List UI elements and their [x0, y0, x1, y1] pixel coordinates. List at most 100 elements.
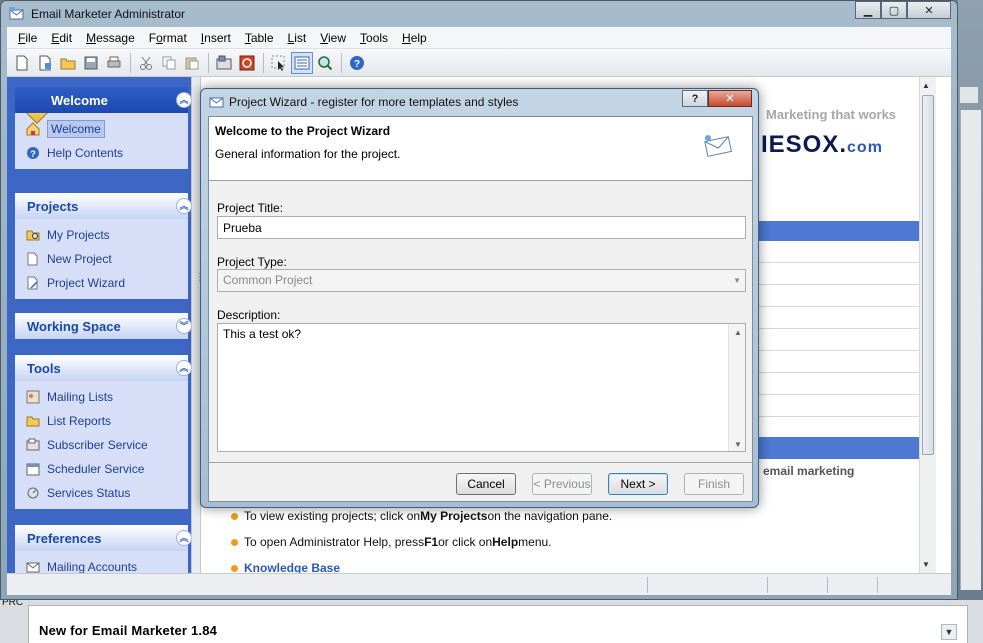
menu-insert[interactable]: Insert	[194, 31, 238, 45]
toolbar: ?	[7, 49, 951, 77]
menu-view[interactable]: View	[313, 31, 353, 45]
nav-header-label: Welcome	[51, 92, 108, 108]
nav-item-list-reports[interactable]: List Reports	[23, 409, 188, 433]
maximize-button[interactable]: ▢	[881, 1, 907, 19]
scroll-thumb[interactable]	[922, 95, 934, 455]
scroll-down-icon[interactable]: ▼	[734, 440, 742, 449]
home-icon	[25, 121, 41, 137]
list-view-icon[interactable]	[291, 51, 313, 74]
grid-row	[746, 241, 926, 263]
nav-section-working-space: Working Space ︾	[15, 313, 192, 339]
cancel-button[interactable]: Cancel	[456, 473, 516, 495]
nav-item-new-project[interactable]: New Project	[23, 247, 188, 271]
bullet-icon	[231, 512, 238, 520]
new-message-icon[interactable]	[34, 52, 56, 74]
copy-icon[interactable]	[158, 52, 180, 74]
tip-text: or click on	[438, 535, 493, 549]
menu-format[interactable]: Format	[142, 31, 194, 45]
nav-item-services-status[interactable]: Services Status	[23, 481, 188, 505]
collapse-chevron-icon[interactable]: ︽	[176, 92, 192, 108]
description-label: Description:	[217, 308, 281, 322]
toolbar-separator	[263, 52, 264, 73]
nav-header-projects[interactable]: Projects ︽	[15, 193, 192, 219]
knowledge-base-link[interactable]: Knowledge Base	[231, 561, 340, 573]
title-bar[interactable]: Email Marketer Administrator ▁ ▢ ✕	[1, 1, 957, 27]
nav-item-label: Mailing Accounts	[47, 560, 138, 574]
scroll-up-icon[interactable]: ▲	[922, 81, 930, 90]
project-title-input[interactable]	[217, 216, 746, 239]
nav-item-help-contents[interactable]: ? Help Contents	[23, 141, 188, 165]
nav-header-label: Preferences	[27, 530, 102, 546]
nav-item-label: Scheduler Service	[47, 462, 145, 476]
nav-item-scheduler-service[interactable]: Scheduler Service	[23, 457, 188, 481]
nav-item-my-projects[interactable]: My Projects	[23, 223, 188, 247]
stop-icon[interactable]	[236, 52, 258, 74]
new-document-icon[interactable]	[11, 52, 33, 74]
next-button[interactable]: Next >	[608, 473, 668, 495]
project-type-value: Common Project	[223, 273, 313, 287]
tip-link-my-projects[interactable]: My Projects	[420, 509, 487, 523]
nav-header-tools[interactable]: Tools ︽	[15, 355, 192, 381]
background-window-edge	[958, 0, 983, 600]
expand-chevron-icon[interactable]: ︾	[176, 318, 192, 334]
wizard-icon	[25, 275, 41, 291]
nav-header-preferences[interactable]: Preferences ︽	[15, 525, 192, 551]
content-scrollbar[interactable]: ▲ ▼	[919, 77, 936, 573]
new-document-icon	[25, 251, 41, 267]
scroll-down-icon[interactable]: ▼	[941, 624, 957, 640]
calendar-icon	[25, 461, 41, 477]
finish-button[interactable]: Finish	[684, 473, 744, 495]
collapse-chevron-icon[interactable]: ︽	[176, 198, 192, 214]
toolbar-separator	[341, 52, 342, 73]
background-window-button[interactable]	[959, 86, 979, 104]
cut-icon[interactable]	[135, 52, 157, 74]
nav-item-welcome[interactable]: Welcome	[23, 117, 188, 141]
tip-link-help[interactable]: Help	[492, 535, 518, 549]
menu-edit[interactable]: Edit	[44, 31, 79, 45]
status-cell	[647, 577, 648, 593]
scroll-down-icon[interactable]: ▼	[922, 560, 930, 569]
project-type-select[interactable]: Common Project ▼	[217, 269, 746, 292]
status-cell	[877, 577, 878, 593]
paste-icon[interactable]	[181, 52, 203, 74]
grid-header	[746, 221, 926, 241]
wizard-title-icon	[209, 97, 224, 108]
scroll-up-icon[interactable]: ▲	[734, 328, 742, 337]
collapse-chevron-icon[interactable]: ︽	[176, 360, 192, 376]
nav-item-project-wizard[interactable]: Project Wizard	[23, 271, 188, 295]
menu-table[interactable]: Table	[238, 31, 281, 45]
background-scroll-strip	[960, 110, 981, 590]
print-icon[interactable]	[103, 52, 125, 74]
previous-button[interactable]: < Previous	[532, 473, 592, 495]
nav-item-subscriber-service[interactable]: Subscriber Service	[23, 433, 188, 457]
save-icon[interactable]	[80, 52, 102, 74]
minimize-button[interactable]: ▁	[855, 1, 881, 19]
dialog-help-button[interactable]: ?	[682, 90, 708, 107]
menu-tools[interactable]: Tools	[353, 31, 395, 45]
menu-file[interactable]: File	[11, 31, 44, 45]
search-icon[interactable]	[314, 52, 336, 74]
description-scrollbar[interactable]: ▲ ▼	[728, 324, 745, 451]
nav-header-working-space[interactable]: Working Space ︾	[15, 313, 192, 339]
tip-text: menu.	[518, 535, 552, 549]
menu-message[interactable]: Message	[79, 31, 142, 45]
menu-list[interactable]: List	[281, 31, 314, 45]
window-controls: ▁ ▢ ✕	[855, 1, 951, 19]
service-icon	[25, 437, 41, 453]
wizard-heading: Welcome to the Project Wizard	[215, 124, 391, 138]
dialog-close-button[interactable]: ✕	[708, 90, 752, 107]
close-button[interactable]: ✕	[907, 1, 951, 19]
section-bar	[746, 437, 926, 459]
description-textarea[interactable]: This a test ok? ▲ ▼	[217, 323, 746, 452]
nav-item-mailing-lists[interactable]: Mailing Lists	[23, 385, 188, 409]
collapse-chevron-icon[interactable]: ︽	[176, 530, 192, 546]
help-icon[interactable]: ?	[346, 52, 368, 74]
bullet-icon	[231, 564, 238, 572]
menu-help[interactable]: Help	[395, 31, 434, 45]
nav-header-welcome[interactable]: Welcome ︽	[15, 87, 192, 113]
open-folder-icon[interactable]	[57, 52, 79, 74]
pointer-icon[interactable]	[268, 52, 290, 74]
toolbar-separator	[208, 52, 209, 73]
dialog-title: Project Wizard - register for more templ…	[229, 95, 519, 109]
schedule-icon[interactable]	[213, 52, 235, 74]
